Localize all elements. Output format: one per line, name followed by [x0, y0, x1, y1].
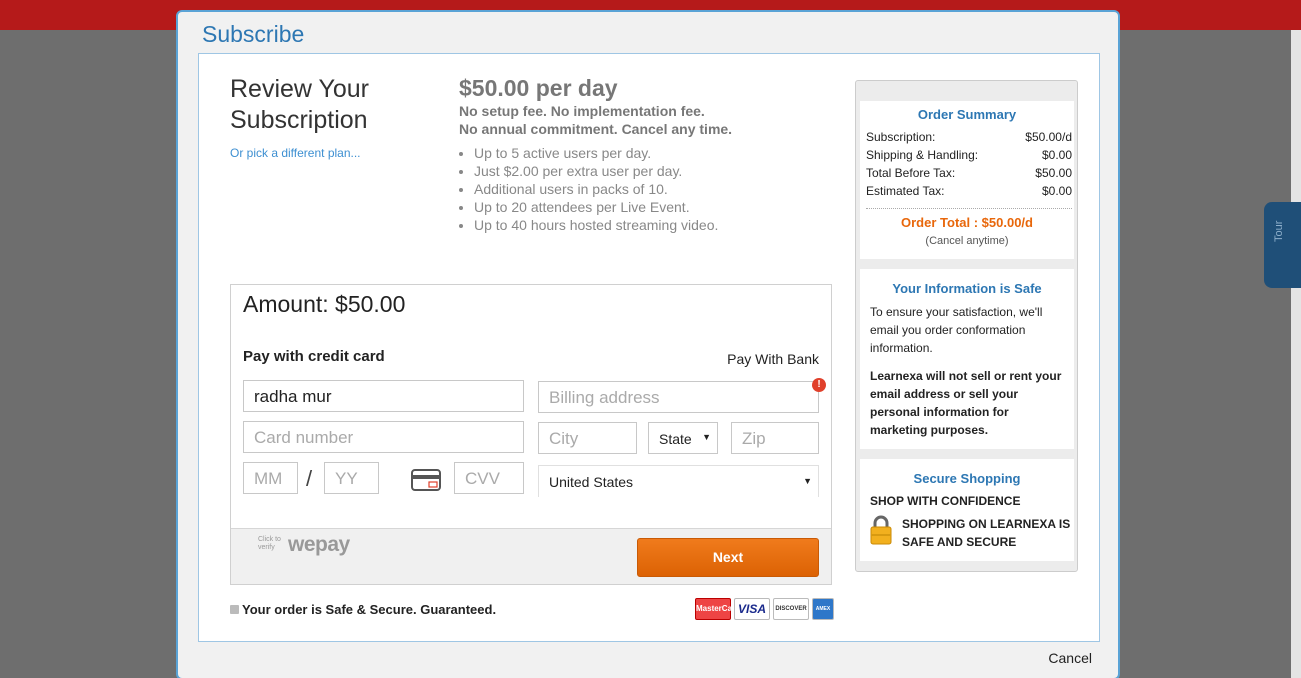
tour-tab[interactable]: Tour	[1264, 202, 1301, 288]
info-privacy-text: Learnexa will not sell or rent your emai…	[870, 369, 1062, 437]
safe-secure-note: Your order is Safe & Secure. Guaranteed.	[230, 602, 496, 617]
cardholder-name-input[interactable]: radha mur	[243, 380, 524, 412]
order-row-value: $0.00	[1041, 184, 1072, 198]
pay-with-credit-card-label: Pay with credit card	[243, 348, 385, 365]
cancel-button[interactable]: Cancel	[1048, 650, 1092, 666]
expiry-month-input[interactable]: MM	[243, 462, 298, 494]
modal-title: Subscribe	[202, 21, 305, 47]
secure-shopping-title: Secure Shopping	[913, 471, 1021, 486]
order-row-value: $50.00/d	[1025, 130, 1072, 144]
lock-icon	[230, 605, 239, 614]
visa-icon: VISA	[734, 598, 770, 620]
order-row-label: Subscription:	[866, 130, 936, 144]
payment-footer: Click to verify wepay Next	[231, 528, 831, 584]
subscribe-modal: Subscribe Review Your Subscription Or pi…	[176, 10, 1120, 678]
divider	[866, 208, 1072, 209]
order-total: Order Total : $50.00/d	[901, 215, 1033, 230]
city-input[interactable]: City	[538, 422, 637, 454]
plan-note-fees: No setup fee. No implementation fee.	[459, 103, 705, 119]
wepay-verify-text[interactable]: Click to verify	[258, 536, 288, 552]
tour-label: Tour	[1273, 220, 1285, 242]
sidebar: Order Summary Subscription: $50.00/d Shi…	[855, 80, 1078, 572]
wepay-logo[interactable]: wepay	[288, 533, 350, 557]
review-title: Review Your Subscription	[230, 75, 369, 134]
mastercard-icon: MasterCard	[695, 598, 740, 620]
amex-icon: AMEX	[812, 598, 834, 620]
plan-feature: Additional users in packs of 10.	[474, 180, 718, 198]
expiry-separator: /	[306, 466, 313, 491]
billing-address-input[interactable]: Billing address	[538, 381, 819, 413]
safe-and-secure-text: SHOPPING ON LEARNEXA IS SAFE AND SECURE	[902, 517, 1071, 549]
credit-card-icon	[411, 469, 441, 491]
card-number-input[interactable]: Card number	[243, 421, 524, 453]
info-safe-title: Your Information is Safe	[892, 281, 1042, 296]
plan-feature: Up to 20 attendees per Live Event.	[474, 198, 718, 216]
order-row-estimated-tax: Estimated Tax: $0.00	[866, 184, 1072, 198]
country-select-value: United States	[549, 474, 634, 490]
order-row-label: Shipping & Handling:	[866, 148, 979, 162]
plan-feature: Up to 40 hours hosted streaming video.	[474, 216, 718, 234]
order-row-value: $50.00	[1035, 166, 1072, 180]
order-row-subscription: Subscription: $50.00/d	[866, 130, 1072, 144]
plan-note-commitment: No annual commitment. Cancel any time.	[459, 121, 733, 137]
cancel-anytime-note: (Cancel anytime)	[925, 235, 1009, 247]
modal-content: Review Your Subscription Or pick a diffe…	[198, 53, 1100, 642]
state-select-value: State	[659, 431, 692, 447]
payment-panel: Amount: $50.00 Pay with credit card Pay …	[230, 284, 832, 585]
plan-price: $50.00 per day	[459, 75, 618, 101]
background-scroll-strip	[1291, 30, 1301, 678]
state-select[interactable]: State ▼	[648, 422, 718, 454]
info-safe-box: Your Information is Safe To ensure your …	[860, 269, 1074, 449]
expiry-year-input[interactable]: YY	[324, 462, 379, 494]
zip-input[interactable]: Zip	[731, 422, 819, 454]
amount-label: Amount: $50.00	[243, 291, 406, 317]
plan-feature: Up to 5 active users per day.	[474, 144, 718, 162]
pay-with-bank-link[interactable]: Pay With Bank	[727, 351, 819, 367]
error-icon: !	[812, 378, 826, 392]
order-row-label: Total Before Tax:	[866, 166, 956, 180]
discover-icon: DISCOVER	[773, 598, 809, 620]
order-summary-box: Order Summary Subscription: $50.00/d Shi…	[860, 101, 1074, 259]
chevron-down-icon: ▼	[803, 476, 812, 486]
chevron-down-icon: ▼	[702, 432, 711, 442]
pick-plan-link[interactable]: Or pick a different plan...	[230, 146, 361, 160]
order-row-label: Estimated Tax:	[866, 184, 945, 198]
next-button[interactable]: Next	[637, 538, 819, 577]
order-row-value: $0.00	[1041, 148, 1072, 162]
cvv-input[interactable]: CVV	[454, 462, 524, 494]
padlock-icon	[870, 515, 892, 545]
plan-feature: Just $2.00 per extra user per day.	[474, 162, 718, 180]
plan-features-list: Up to 5 active users per day. Just $2.00…	[474, 144, 718, 234]
safe-secure-text: Your order is Safe & Secure. Guaranteed.	[242, 602, 497, 617]
info-safe-text: To ensure your satisfaction, we'll email…	[870, 305, 1043, 355]
order-summary-title: Order Summary	[917, 107, 1017, 122]
secure-shopping-box: Secure Shopping SHOP WITH CONFIDENCE SHO…	[860, 459, 1074, 561]
order-row-shipping: Shipping & Handling: $0.00	[866, 148, 1072, 162]
shop-with-confidence: SHOP WITH CONFIDENCE	[870, 494, 1021, 508]
order-row-total-before-tax: Total Before Tax: $50.00	[866, 166, 1072, 180]
country-select[interactable]: United States ▼	[538, 465, 819, 497]
